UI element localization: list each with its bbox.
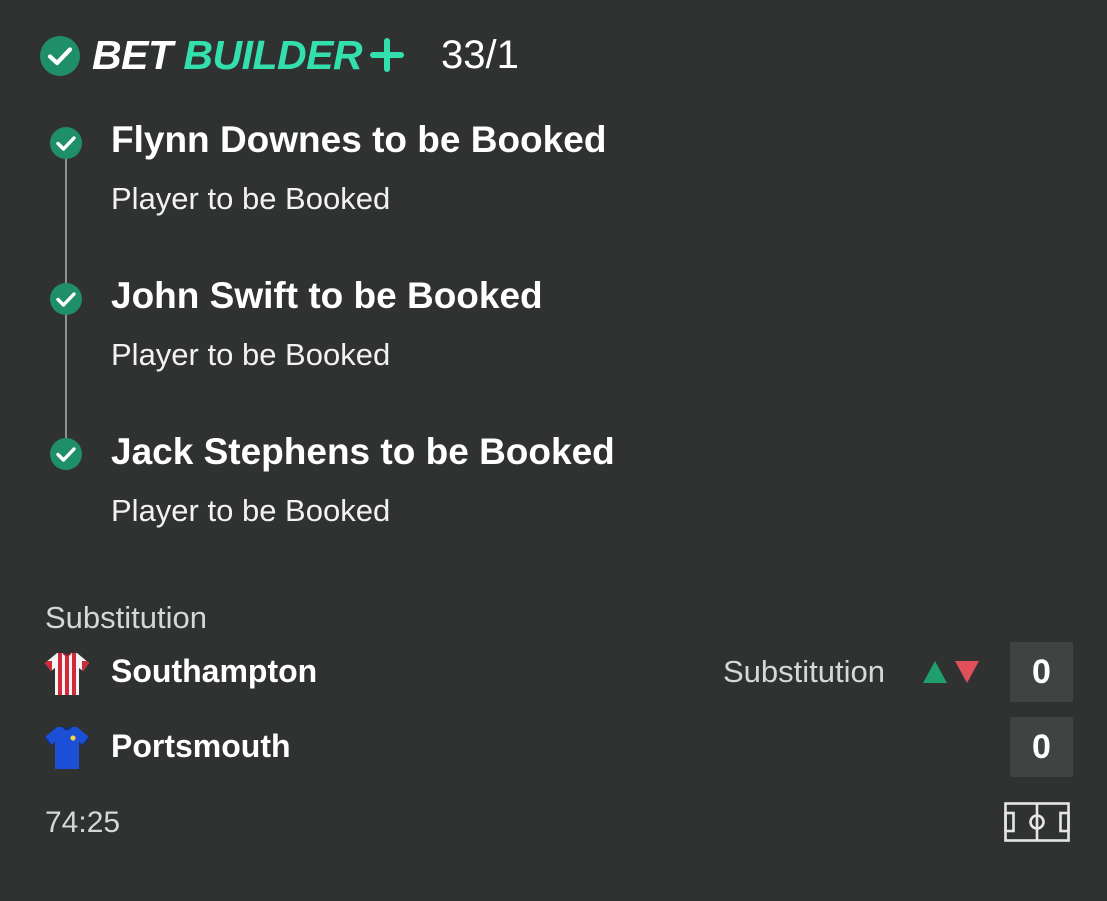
bet-builder-title: BET BUILDER [92, 28, 363, 82]
check-circle-icon [50, 127, 82, 159]
home-event-label: Substitution [723, 654, 885, 689]
bet-odds: 33/1 [441, 33, 519, 77]
leg-market: Player to be Booked [111, 493, 391, 528]
pitch-view-icon[interactable] [1004, 802, 1070, 842]
away-team-name: Portsmouth [111, 728, 291, 764]
check-circle-icon [50, 283, 82, 315]
arrow-up-icon [923, 661, 947, 683]
home-team-name: Southampton [111, 653, 318, 689]
arrow-down-icon [955, 661, 979, 683]
check-circle-icon [40, 36, 80, 76]
brand-builder: BUILDER [183, 32, 363, 78]
check-circle-icon [50, 438, 82, 470]
leg-title: Flynn Downes to be Booked [111, 119, 607, 160]
home-score: 0 [1010, 642, 1073, 702]
latest-event-label: Substitution [45, 600, 207, 635]
leg-title: John Swift to be Booked [111, 275, 543, 316]
blue-shirt-icon [44, 726, 90, 769]
striped-shirt-icon [45, 652, 89, 695]
plus-icon [370, 38, 404, 72]
brand-bet: BET [92, 32, 173, 78]
away-score: 0 [1010, 717, 1073, 777]
match-clock: 74:25 [45, 806, 121, 839]
leg-title: Jack Stephens to be Booked [111, 431, 615, 472]
leg-market: Player to be Booked [111, 337, 391, 372]
leg-market: Player to be Booked [111, 181, 391, 216]
